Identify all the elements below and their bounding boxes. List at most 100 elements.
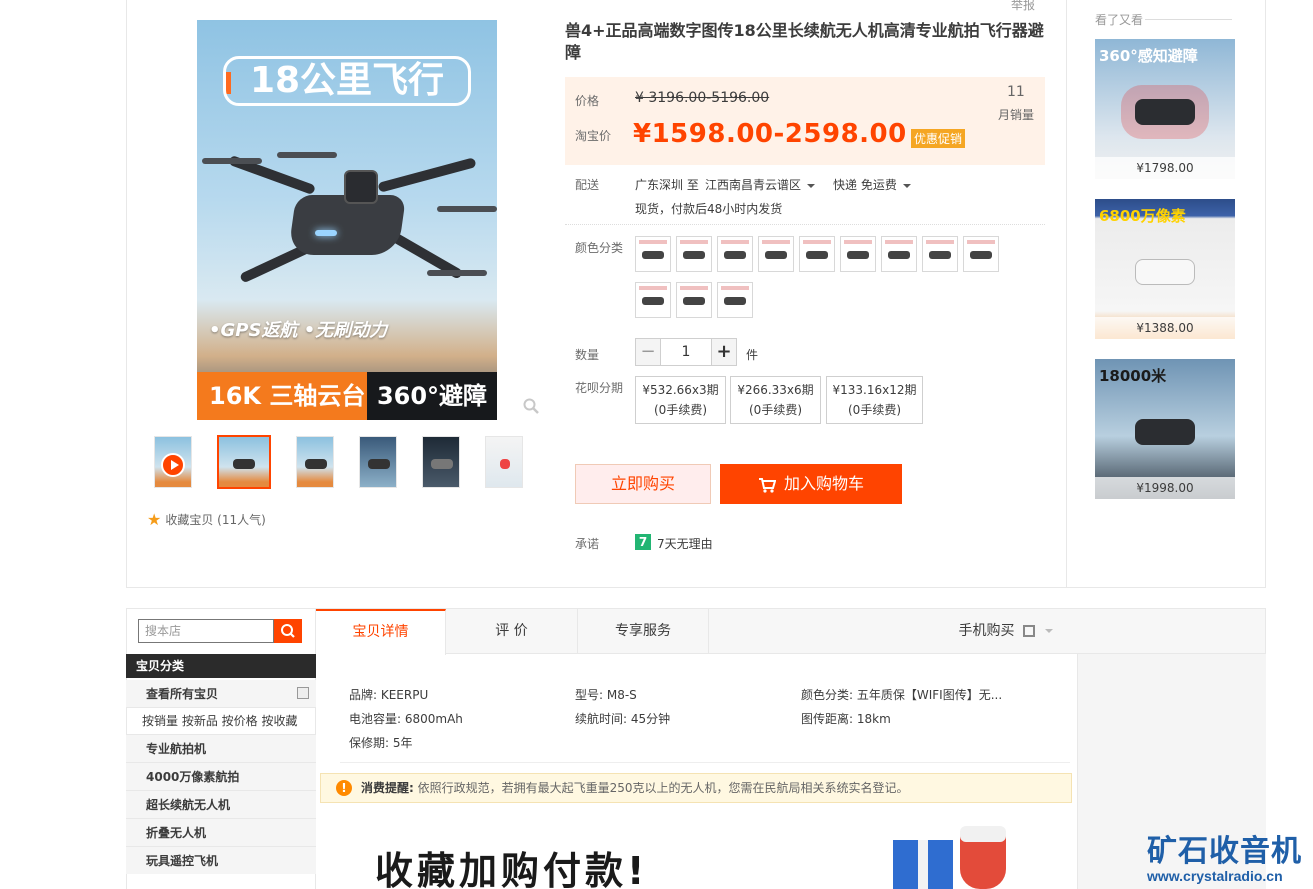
recommendation-price: ¥1798.00 [1095,157,1235,179]
category-item[interactable]: 专业航拍机 [126,734,316,762]
side-divider [1066,0,1067,588]
thumbnail[interactable] [485,436,523,488]
color-swatch[interactable] [840,236,876,272]
thumbnail[interactable] [296,436,334,488]
drone-image [1135,259,1195,285]
color-swatch[interactable] [717,236,753,272]
drone-thumb-icon [431,459,453,469]
shop-search-button[interactable] [274,619,302,643]
watermark-url: www.crystalradio.cn [1147,868,1283,884]
detail-tabbar: 宝贝详情 评 价 专享服务 手机购买 [316,608,1266,655]
drone-propeller [277,152,337,158]
drone-thumb-icon [305,459,327,469]
shop-search-input[interactable]: 搜本店 [138,619,274,643]
installment-price: ¥266.33x6期 [737,383,814,397]
installment-label: 花呗分期 [575,381,624,395]
color-swatch[interactable] [635,236,671,272]
drone-thumb-icon [233,459,255,469]
installment-price: ¥532.66x3期 [642,383,719,397]
recommendation-card[interactable]: 18000米 ¥1998.00 [1095,359,1235,499]
seven-day-return-icon: 7 [635,534,651,550]
image-avoidance-text: 360°避障 [367,372,497,420]
drone-thumb-icon [368,459,390,469]
add-to-cart-label: 加入购物车 [783,474,864,493]
color-swatch[interactable] [881,236,917,272]
delivery-note: 现货，付款后48小时内发货 [635,202,783,216]
promise-label: 承诺 [575,537,600,551]
attr-warranty: 保修期: 5年 [349,736,413,750]
tab-mobile-purchase[interactable]: 手机购买 [956,609,1056,654]
consumer-notice: 消费提醒: 依照行政规范，若拥有最大起飞重量250克以上的无人机，您需在民航局相… [320,773,1072,803]
buy-now-button[interactable]: 立即购买 [575,464,711,504]
category-item[interactable]: 4000万像素航拍 [126,762,316,790]
divider [1145,19,1232,20]
color-swatch[interactable] [922,236,958,272]
drone-thumb-icon [500,459,510,469]
monthly-sales-label: 月销量 [998,108,1035,122]
attr-model: 型号: M8-S [575,688,637,702]
installment-option[interactable]: ¥266.33x6期 (0手续费) [730,376,821,424]
color-swatch[interactable] [717,282,753,318]
installment-fee: (0手续费) [654,403,707,417]
color-swatch[interactable] [635,282,671,318]
category-sort-links[interactable]: 按销量 按新品 按价格 按收藏 [126,708,316,734]
recommendation-headline: 360°感知避障 [1099,47,1198,65]
thumbnail-video[interactable] [154,436,192,488]
quantity-input[interactable]: 1 [661,338,711,366]
zoom-icon[interactable] [522,397,540,415]
promo-badge[interactable]: 优惠促销 [911,129,966,148]
quantity-decrease-button[interactable]: − [635,338,661,366]
main-product-image[interactable]: 18公里飞行 •GPS返航 •无刷动力 16K 三轴云台 360°避障 [197,20,497,420]
delivery-label: 配送 [575,178,600,192]
report-link[interactable]: 举报 [1011,0,1035,13]
category-item[interactable]: 玩具遥控飞机 [126,846,316,874]
color-swatch[interactable] [963,236,999,272]
installment-price: ¥133.16x12期 [832,383,917,397]
favorite-button[interactable]: ★ 收藏宝贝 (11人气) [147,510,266,529]
quantity-increase-button[interactable]: + [711,338,737,366]
qr-code-icon [1023,625,1035,637]
color-swatch[interactable] [676,282,712,318]
favorite-label: 收藏宝贝 (11人气) [165,513,266,527]
shipping-method[interactable]: 快递 免运费 [833,176,911,193]
delivery-from: 广东深圳 至 [635,178,699,192]
promise-text[interactable]: 7天无理由 [657,535,713,552]
current-price: ¥1598.00-2598.00 [633,119,907,149]
recommendation-card[interactable]: 360°感知避障 ¥1798.00 [1095,39,1235,179]
recommendation-card[interactable]: 6800万像素 ¥1388.00 [1095,199,1235,339]
monthly-sales-count: 11 [1007,84,1025,100]
color-swatch[interactable] [799,236,835,272]
chevron-down-icon [902,183,911,188]
divider [340,762,1070,763]
tab-details[interactable]: 宝贝详情 [316,609,446,655]
drone-image [1135,419,1195,445]
thumbnail[interactable] [359,436,397,488]
thumbnail[interactable] [422,436,460,488]
recommendation-price: ¥1388.00 [1095,317,1235,339]
category-header: 宝贝分类 [126,654,316,678]
installment-fee: (0手续费) [848,403,901,417]
delivery-destination[interactable]: 江西南昌青云谱区 [705,176,816,193]
seen-also-title: 看了又看 [1095,13,1144,27]
drone-camera [344,170,378,204]
installment-option[interactable]: ¥133.16x12期 (0手续费) [826,376,923,424]
color-swatch[interactable] [676,236,712,272]
thumbnail-strip [154,435,548,489]
color-swatch[interactable] [758,236,794,272]
original-price: ¥ 3196.00-5196.00 [635,90,770,106]
add-to-cart-button[interactable]: 加入购物车 [720,464,902,504]
notice-title: 消费提醒: [361,781,414,795]
category-all-items[interactable]: 查看所有宝贝 [126,680,316,708]
installment-fee: (0手续费) [749,403,802,417]
watermark-logo: 矿石收音机 [1147,834,1302,869]
drone-light [315,230,337,236]
warning-icon: ! [336,780,352,796]
collapse-icon[interactable] [297,687,309,699]
thumbnail[interactable] [217,435,271,489]
image-features: •GPS返航 •无刷动力 [209,320,388,341]
category-item[interactable]: 折叠无人机 [126,818,316,846]
installment-option[interactable]: ¥532.66x3期 (0手续费) [635,376,726,424]
category-item[interactable]: 超长续航无人机 [126,790,316,818]
tab-reviews[interactable]: 评 价 [446,609,578,654]
tab-service[interactable]: 专享服务 [578,609,709,654]
